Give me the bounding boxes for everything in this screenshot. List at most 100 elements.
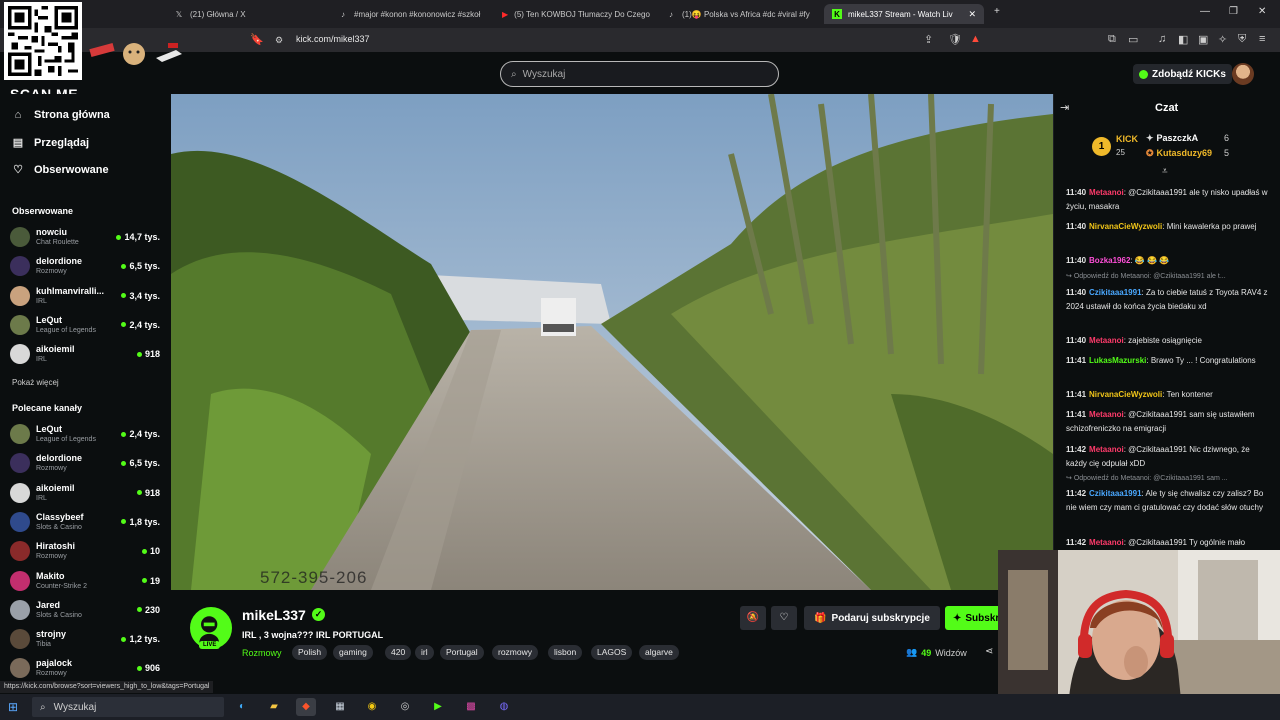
share-icon[interactable]: ⋖	[985, 646, 993, 657]
bookmark-icon[interactable]: 🔖	[250, 33, 264, 46]
followed-channel[interactable]: aikoiemil IRL 918	[10, 340, 160, 368]
leo-ai-icon[interactable]: ✧	[1218, 33, 1227, 46]
restore-icon[interactable]: ❐	[1229, 6, 1238, 17]
show-more-link[interactable]: Pokaż więcej	[12, 378, 59, 387]
taskbar-search[interactable]: ⌕ Wyszukaj	[32, 697, 224, 717]
tag-algarve[interactable]: algarve	[639, 645, 679, 660]
app-icon-1[interactable]: ▦	[330, 698, 350, 716]
followed-channel[interactable]: LeQut League of Legends 2,4 tys.	[10, 311, 160, 339]
share-icon[interactable]: ⇪	[924, 33, 933, 46]
browser-tab-tiktok-2[interactable]: ♪ (1)😝 Polska vs Africa #dc #viral #fy	[658, 4, 820, 24]
tag-rozmowy[interactable]: rozmowy	[492, 645, 539, 660]
discord-icon[interactable]: ◍	[494, 698, 514, 716]
get-kicks-button[interactable]: Zdobądź KICKs	[1133, 64, 1232, 84]
brave-shield-icon[interactable]: 🛡	[948, 33, 962, 46]
notifications-button[interactable]: 🔕	[740, 606, 766, 630]
site-settings-icon[interactable]: ⚙	[275, 35, 283, 46]
media-icon[interactable]: ♫	[1158, 33, 1166, 45]
chat-message[interactable]: 11:42 Metaanoi: @Czikitaaa1991 Nic dziwne…	[1066, 443, 1270, 471]
gift-subs-button[interactable]: 🎁 Podaruj subskrypcje	[804, 606, 940, 630]
collapse-chat-icon[interactable]: ⇥	[1060, 101, 1069, 114]
recommended-channel[interactable]: Hiratoshi Rozmowy 10	[10, 537, 160, 565]
chat-message[interactable]: 11:41 Metaanoi: @Czikitaaa1991 sam się us…	[1066, 408, 1270, 436]
close-tab-icon[interactable]: ✕	[968, 9, 976, 20]
tag-420[interactable]: 420	[385, 645, 412, 660]
url-field[interactable]: kick.com/mikel337	[296, 34, 370, 44]
expand-leaderboard-icon[interactable]: ⩡	[1162, 166, 1168, 177]
chat-message[interactable]: 11:42 Metaanoi: @Czikitaaa1991 Ty ogólnie…	[1066, 536, 1270, 550]
message-user[interactable]: LukasMazurski	[1089, 356, 1146, 365]
nav-browse[interactable]: ▤ Przeglądaj	[12, 136, 89, 150]
nav-following[interactable]: ♡ Obserwowane	[12, 163, 109, 177]
message-user[interactable]: Czikitaaa1991	[1089, 288, 1141, 297]
tag-lisbon[interactable]: lisbon	[548, 645, 583, 660]
browser-tab-tiktok-1[interactable]: ♪ #major #konon #kononowicz #szkoł	[330, 4, 492, 24]
recommended-channel[interactable]: strojny Tibia 1,2 tys.	[10, 625, 160, 653]
app-icon-2[interactable]: ▩	[461, 698, 481, 716]
subscribe-button[interactable]: ✦Subskrybuj	[945, 606, 1005, 630]
browser-tab-kick-active[interactable]: KmikeL337 Stream - Watch Liv ✕	[824, 4, 984, 24]
tag-lagos[interactable]: LAGOS	[591, 645, 633, 660]
reader-icon[interactable]: ▭	[1128, 33, 1138, 46]
chat-message[interactable]: 11:40 Metaanoi: @Czikitaaa1991 ale ty nis…	[1066, 186, 1270, 214]
message-user[interactable]: Metaanoi	[1089, 538, 1124, 547]
chat-message[interactable]: 11:40 Czikitaaa1991: Za to ciebie tatuś z…	[1066, 286, 1270, 314]
message-user[interactable]: Metaanoi	[1089, 410, 1124, 419]
recommended-channel[interactable]: Jared Slots & Casino 230	[10, 596, 160, 624]
recommended-channel[interactable]: Makito Counter-Strike 2 19	[10, 567, 160, 595]
message-user[interactable]: NirvanaCieWyzwoli	[1089, 222, 1162, 231]
brave-rewards-icon[interactable]: ▲	[970, 33, 981, 45]
edge-icon[interactable]: ◐	[232, 698, 252, 716]
tag-irl[interactable]: irl	[415, 645, 434, 660]
stream-category[interactable]: Rozmowy	[242, 648, 282, 658]
message-user[interactable]: NirvanaCieWyzwoli	[1089, 390, 1162, 399]
brave-icon[interactable]: ◆	[296, 698, 316, 716]
tag-gaming[interactable]: gaming	[333, 645, 373, 660]
message-user[interactable]: Czikitaaa1991	[1089, 489, 1141, 498]
kick-app-icon[interactable]: ▶	[428, 698, 448, 716]
obs-icon[interactable]: ◎	[395, 698, 415, 716]
extensions-icon[interactable]: ⧉	[1108, 33, 1116, 46]
chat-message[interactable]: 11:42 Czikitaaa1991: Ale ty się chwalisz …	[1066, 487, 1270, 515]
sidebar-toggle-icon[interactable]: ◧	[1178, 33, 1188, 46]
recommended-channel[interactable]: LeQut League of Legends 2,4 tys.	[10, 420, 160, 448]
windows-start-icon[interactable]: ⊞	[8, 700, 18, 714]
streamer-name[interactable]: mikeL337	[242, 607, 306, 623]
video-player[interactable]	[171, 94, 1053, 590]
user-avatar[interactable]	[1232, 63, 1254, 85]
menu-icon[interactable]: ≡	[1259, 33, 1265, 45]
browser-tab-youtube[interactable]: ▶ (5) Ten KOWBOJ Tłumaczy Do Czego	[494, 4, 656, 24]
search-input[interactable]: ⌕ Wyszukaj	[500, 61, 779, 87]
nav-home[interactable]: ⌂ Strona główna	[12, 109, 110, 121]
message-user[interactable]: Metaanoi	[1089, 188, 1124, 197]
close-window-icon[interactable]: ✕	[1258, 6, 1266, 17]
new-tab-icon[interactable]: +	[994, 6, 1000, 17]
browser-tab-x[interactable]: 𝕏 (21) Główna / X	[166, 4, 328, 24]
leaderboard-user-1[interactable]: ✦ PaszczkA	[1146, 133, 1198, 144]
file-explorer-icon[interactable]: ▰	[264, 698, 284, 716]
chat-message[interactable]: 11:41 LukasMazurski: Brawo Ty ... ! Congr…	[1066, 354, 1270, 368]
channel-viewers: 2,4 tys.	[121, 429, 160, 439]
chrome-icon[interactable]: ◉	[362, 698, 382, 716]
chat-message[interactable]: 11:40 NirvanaCieWyzwoli: Mini kawalerka p…	[1066, 220, 1270, 234]
recommended-channel[interactable]: aikoiemil IRL 918	[10, 479, 160, 507]
followed-channel[interactable]: nowciu Chat Roulette 14,7 tys.	[10, 223, 160, 251]
chat-message[interactable]: 11:41 NirvanaCieWyzwoli: Ten kontener	[1066, 388, 1270, 402]
chat-message[interactable]: 11:40 Bozka1962: 😂 😂 😂	[1066, 254, 1270, 268]
tag-polish[interactable]: Polish	[292, 645, 328, 660]
message-user[interactable]: Metaanoi	[1089, 445, 1124, 454]
recommended-channel[interactable]: Classybeef Slots & Casino 1,8 tys.	[10, 508, 160, 536]
wallet-icon[interactable]: ▣	[1198, 33, 1208, 46]
recommended-channel[interactable]: delordione Rozmowy 6,5 tys.	[10, 449, 160, 477]
recommended-channel[interactable]: pajalock Rozmowy 906	[10, 654, 160, 682]
message-user[interactable]: Metaanoi	[1089, 336, 1124, 345]
tag-portugal[interactable]: Portugal	[440, 645, 484, 660]
follow-button[interactable]: ♡	[771, 606, 797, 630]
followed-channel[interactable]: kuhlmanviralli... IRL 3,4 tys.	[10, 282, 160, 310]
minimize-icon[interactable]: —	[1200, 6, 1210, 17]
message-user[interactable]: Bozka1962	[1089, 256, 1130, 265]
followed-channel[interactable]: delordione Rozmowy 6,5 tys.	[10, 252, 160, 280]
vpn-icon[interactable]: ⛨	[1238, 33, 1246, 46]
chat-message[interactable]: 11:40 Metaanoi: zajebiste osiągnięcie	[1066, 334, 1270, 348]
leaderboard-user-2[interactable]: ✪ Kutasduzy69	[1146, 148, 1212, 159]
